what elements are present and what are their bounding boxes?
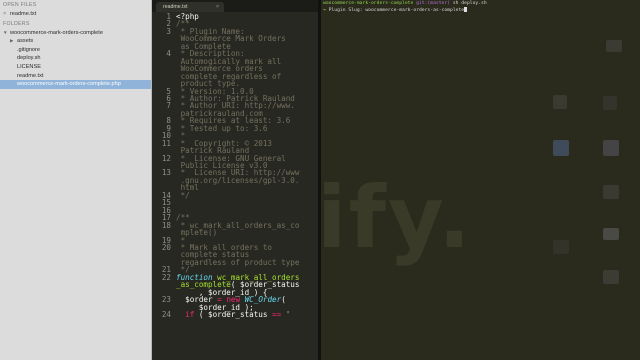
desktop-file-icon [603,185,619,199]
chevron-down-icon: ▼ [3,29,8,35]
desktop-file-icon [603,270,619,284]
line-number: 24 [161,310,171,319]
open-file-readme[interactable]: × readme.txt [0,10,151,19]
folder-assets[interactable]: ▶ assets [0,37,151,46]
line-number: 18 [161,220,171,230]
code-line: <?php [176,12,199,21]
line-number: 4 [166,49,171,59]
open-files-header: OPEN FILES [3,2,37,8]
watermark-text: ify. [321,168,473,268]
folder-root-label: woocommerce-mark-orders-complete [10,29,103,36]
terminal-token: woocommerce-mark-orders-complete [323,1,417,6]
code-line: mplete() [176,228,218,238]
desktop-file-icon [606,40,622,52]
terminal-token: git:(master) [416,1,453,6]
tab-bar: readme.txt × [152,0,318,12]
code-token: if [176,310,199,319]
code-line: * Tested up to: 3.6 [176,123,268,133]
close-icon[interactable]: × [3,11,6,17]
line-number: 23 [161,295,171,305]
terminal-token: sh deploy.sh [452,1,487,6]
line-number: 11 [161,138,171,148]
terminal-cursor [464,7,468,12]
file-license[interactable]: LICENSE [0,63,151,72]
tab-readme[interactable]: readme.txt × [156,2,224,12]
file-deploy-sh[interactable]: deploy.sh [0,54,151,63]
line-number: 20 [161,242,171,252]
line-number: 13 [161,168,171,178]
close-icon[interactable]: × [216,2,219,12]
folder-assets-label: assets [17,38,34,45]
line-number: 3 [166,26,171,36]
desktop-file-icon [603,96,617,110]
tab-label: readme.txt [163,4,188,10]
file-readme[interactable]: readme.txt [0,72,151,81]
code-line: regardless of product type [176,257,300,267]
desktop-file-icon [553,140,569,156]
desktop-file-icon [553,95,567,109]
folder-root[interactable]: ▼ woocommerce-mark-orders-complete [0,29,151,38]
line-number: 12 [161,153,171,163]
terminal-token: Plugin Slug: woocommerce-mark-orders-as-… [328,8,465,13]
desktop-file-icon [603,140,619,156]
editor: readme.txt × 1 <?php 2/** 3 * Plugin Name: … [152,0,318,360]
terminal[interactable]: ify. woocommerce-mark-orders-complete gi… [321,0,640,360]
folders-header: FOLDERS [3,20,30,27]
file-gitignore[interactable]: .gitignore [0,46,151,55]
code-token: ( $order_status [198,310,273,319]
open-file-label: readme.txt [9,11,37,17]
code-line: if ( $order_status == ' [176,310,318,319]
code-line: */ [176,190,190,200]
code-line: html [176,183,199,193]
chevron-right-icon: ▶ [10,38,14,44]
file-main-php[interactable]: woocommerce-mark-orders-complete.php [0,80,151,89]
line-number: 7 [166,101,171,111]
code-token: ' [285,310,291,319]
code-token: == [272,310,286,319]
line-number: 22 [161,272,171,282]
desktop-file-icon [553,240,569,254]
sidebar: OPEN FILES × readme.txt FOLDERS ▼ woocomm… [0,0,152,360]
desktop-file-icon [603,228,619,240]
terminal-output-line: → Plugin Slug: woocommerce-mark-orders-a… [321,7,640,14]
